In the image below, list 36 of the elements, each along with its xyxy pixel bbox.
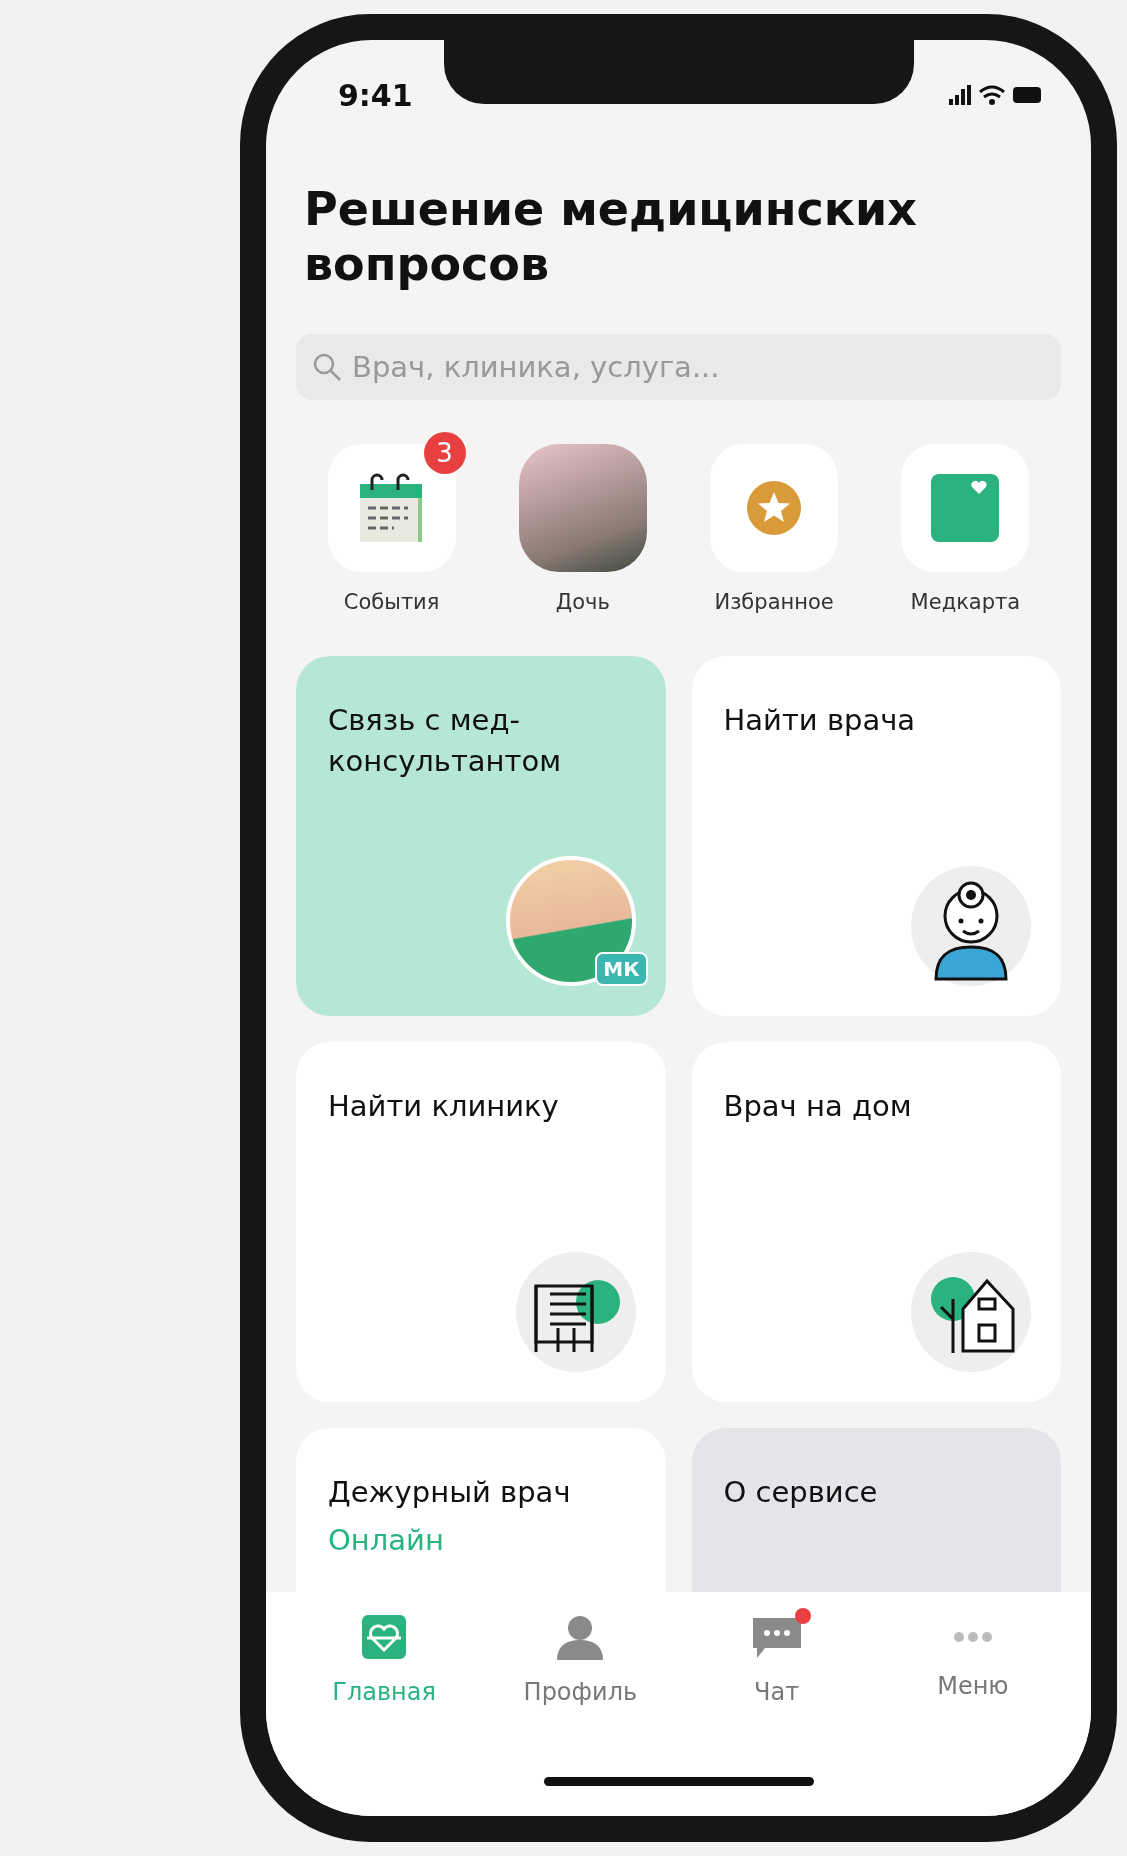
card-title: Найти клинику: [328, 1088, 560, 1126]
page-title: Решение медицинских вопросов: [304, 182, 918, 293]
card-subtitle: Онлайн: [328, 1522, 445, 1557]
card-title: О сервисе: [723, 1474, 879, 1512]
more-icon: [953, 1632, 992, 1642]
card-title: Связь с мед-консультантом: [328, 702, 563, 780]
person-icon: [555, 1614, 606, 1660]
tab-item[interactable]: Меню: [921, 1602, 1025, 1706]
battery-icon: [1013, 87, 1041, 103]
service-card[interactable]: Найти клинику: [296, 1042, 666, 1403]
tab-item[interactable]: Чат: [734, 1602, 819, 1706]
initials-badge: МК: [595, 952, 648, 987]
service-card[interactable]: Найти врача: [691, 656, 1061, 1017]
signal-icon: [949, 85, 971, 105]
card-title: Врач на дом: [723, 1088, 913, 1126]
notification-badge: 3: [423, 432, 466, 475]
service-card[interactable]: Врач на дом: [691, 1042, 1061, 1403]
shortcut-label: Дочь: [555, 590, 610, 615]
tab-item[interactable]: Профиль: [507, 1602, 654, 1706]
service-card[interactable]: О сервисе: [691, 1428, 1061, 1592]
service-card[interactable]: Дежурный врач Онлайн: [296, 1428, 666, 1592]
shortcut-label: Избранное: [714, 590, 834, 615]
card-title: Дежурный врач: [328, 1474, 572, 1512]
medical-card-icon: [929, 472, 1002, 545]
shortcut-tile[interactable]: [710, 444, 839, 573]
shortcut-label: Медкарта: [910, 590, 1021, 615]
heart-card-icon: [361, 1614, 408, 1660]
shortcut-tile[interactable]: [327, 444, 456, 573]
wifi-icon: [979, 85, 1005, 105]
status-time: 9:41: [338, 77, 413, 113]
search-field[interactable]: Врач, клиника, услуга...: [296, 334, 1061, 401]
shortcut-tile[interactable]: [901, 444, 1030, 573]
service-card[interactable]: Связь с мед-консультантом МК: [296, 656, 666, 1017]
card-title: Найти врача: [723, 702, 917, 740]
shortcut-label: События: [343, 590, 440, 615]
photo-placeholder[interactable]: [518, 444, 647, 573]
